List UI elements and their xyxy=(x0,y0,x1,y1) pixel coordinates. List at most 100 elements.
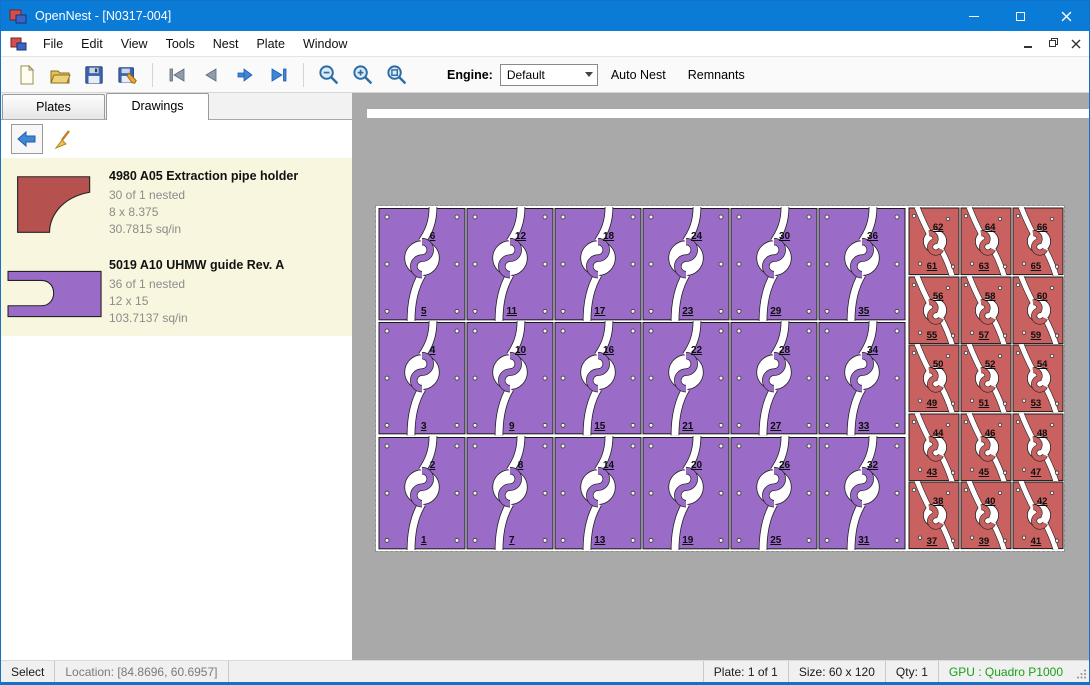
engine-selected-value: Default xyxy=(507,68,545,82)
part-number: 60 xyxy=(1037,291,1048,302)
tab-drawings[interactable]: Drawings xyxy=(106,93,209,120)
nested-part-pair-red[interactable]: 66 65 xyxy=(1012,207,1064,276)
statusbar-size: Size: 60 x 120 xyxy=(788,661,885,682)
nest-canvas[interactable]: 6 5 12 11 18 17 24 23 xyxy=(353,93,1089,660)
resize-grip[interactable] xyxy=(1073,661,1089,682)
menu-window[interactable]: Window xyxy=(294,33,356,55)
nested-part-pair-red[interactable]: 40 39 xyxy=(960,481,1012,550)
mdi-minimize-button[interactable] xyxy=(1017,34,1039,54)
part-number: 31 xyxy=(858,535,869,546)
nested-part-pair-purple[interactable]: 8 7 xyxy=(466,436,554,550)
send-back-button[interactable] xyxy=(11,124,43,154)
nested-part-pair-purple[interactable]: 24 23 xyxy=(642,207,730,321)
mdi-restore-icon xyxy=(1049,40,1056,47)
part-number: 55 xyxy=(927,330,938,341)
nested-part-pair-purple[interactable]: 12 11 xyxy=(466,207,554,321)
nested-part-pair-red[interactable]: 46 45 xyxy=(960,413,1012,482)
zoom-fit-button[interactable] xyxy=(379,61,413,89)
nested-part-pair-purple[interactable]: 36 35 xyxy=(818,207,906,321)
part-number: 17 xyxy=(594,306,605,317)
chevron-down-icon[interactable] xyxy=(581,65,597,85)
part-number: 50 xyxy=(933,359,944,370)
drawings-list: 4980 A05 Extraction pipe holder 30 of 1 … xyxy=(1,158,352,336)
app-icon xyxy=(9,7,27,25)
menu-plate[interactable]: Plate xyxy=(247,33,294,55)
close-button[interactable] xyxy=(1043,1,1089,31)
new-button[interactable] xyxy=(9,61,43,89)
nested-part-pair-red[interactable]: 44 43 xyxy=(908,413,960,482)
nested-part-pair-purple[interactable]: 28 27 xyxy=(730,321,818,435)
menu-nest[interactable]: Nest xyxy=(204,33,248,55)
last-icon xyxy=(269,67,289,83)
last-plate-button[interactable] xyxy=(262,61,296,89)
part-number: 16 xyxy=(603,345,614,356)
open-button[interactable] xyxy=(43,61,77,89)
save-button[interactable] xyxy=(77,61,111,89)
nested-part-pair-red[interactable]: 38 37 xyxy=(908,481,960,550)
nested-part-pair-red[interactable]: 52 51 xyxy=(960,344,1012,413)
nested-part-pair-purple[interactable]: 4 3 xyxy=(378,321,466,435)
nested-part-pair-purple[interactable]: 20 19 xyxy=(642,436,730,550)
plate[interactable]: 6 5 12 11 18 17 24 23 xyxy=(376,206,1064,551)
menu-bar: File Edit View Tools Nest Plate Window xyxy=(1,31,1089,57)
nested-part-pair-purple[interactable]: 22 21 xyxy=(642,321,730,435)
part-number: 63 xyxy=(979,261,990,272)
menu-file[interactable]: File xyxy=(34,33,72,55)
first-plate-button[interactable] xyxy=(160,61,194,89)
nested-part-pair-red[interactable]: 50 49 xyxy=(908,344,960,413)
menu-view[interactable]: View xyxy=(112,33,157,55)
nested-part-pair-red[interactable]: 56 55 xyxy=(908,276,960,345)
nested-part-pair-purple[interactable]: 6 5 xyxy=(378,207,466,321)
minimize-button[interactable] xyxy=(951,1,997,31)
part-number: 36 xyxy=(867,231,878,242)
tab-plates[interactable]: Plates xyxy=(2,94,105,119)
part-number: 13 xyxy=(594,535,605,546)
nested-part-pair-red[interactable]: 64 63 xyxy=(960,207,1012,276)
canvas-sheet-edge xyxy=(367,109,1089,118)
nested-part-pair-purple[interactable]: 10 9 xyxy=(466,321,554,435)
menu-edit[interactable]: Edit xyxy=(72,33,112,55)
previous-plate-button[interactable] xyxy=(194,61,228,89)
mdi-minimize-icon xyxy=(1024,46,1032,48)
remnants-button[interactable]: Remnants xyxy=(679,63,754,87)
zoom-out-button[interactable] xyxy=(311,61,345,89)
nested-part-pair-purple[interactable]: 14 13 xyxy=(554,436,642,550)
mdi-close-button[interactable] xyxy=(1065,34,1087,54)
list-item[interactable]: 5019 A10 UHMW guide Rev. A 36 of 1 neste… xyxy=(1,247,352,336)
next-plate-button[interactable] xyxy=(228,61,262,89)
mdi-restore-button[interactable] xyxy=(1041,34,1063,54)
part-number: 33 xyxy=(858,421,869,432)
nested-part-pair-purple[interactable]: 30 29 xyxy=(730,207,818,321)
nested-part-pair-purple[interactable]: 16 15 xyxy=(554,321,642,435)
part-number: 37 xyxy=(927,536,938,547)
nested-part-pair-red[interactable]: 54 53 xyxy=(1012,344,1064,413)
nested-part-pair-purple[interactable]: 34 33 xyxy=(818,321,906,435)
clear-button[interactable] xyxy=(49,124,81,154)
part-number: 51 xyxy=(979,398,990,409)
part-number: 32 xyxy=(867,460,878,471)
window-title: OpenNest - [N0317-004] xyxy=(35,9,171,23)
list-item[interactable]: 4980 A05 Extraction pipe holder 30 of 1 … xyxy=(1,158,352,247)
nested-part-pair-red[interactable]: 60 59 xyxy=(1012,276,1064,345)
title-bar: OpenNest - [N0317-004] xyxy=(1,1,1089,31)
nested-part-pair-red[interactable]: 62 61 xyxy=(908,207,960,276)
nested-part-pair-purple[interactable]: 32 31 xyxy=(818,436,906,550)
auto-nest-button[interactable]: Auto Nest xyxy=(602,63,675,87)
nested-part-pair-red[interactable]: 58 57 xyxy=(960,276,1012,345)
menu-tools[interactable]: Tools xyxy=(157,33,204,55)
nested-part-pair-purple[interactable]: 26 25 xyxy=(730,436,818,550)
zoom-out-icon xyxy=(317,63,340,86)
part-number: 7 xyxy=(509,535,515,546)
nested-part-pair-red[interactable]: 48 47 xyxy=(1012,413,1064,482)
status-bar: Select Location: [84.8696, 60.6957] Plat… xyxy=(1,660,1089,682)
nested-part-pair-purple[interactable]: 2 1 xyxy=(378,436,466,550)
nested-part-pair-red[interactable]: 42 41 xyxy=(1012,481,1064,550)
save-as-button[interactable] xyxy=(111,61,145,89)
open-icon xyxy=(49,64,71,86)
engine-select[interactable]: Default xyxy=(500,64,598,86)
part-number: 44 xyxy=(933,428,944,439)
nested-part-pair-purple[interactable]: 18 17 xyxy=(554,207,642,321)
engine-label: Engine: xyxy=(447,68,493,82)
zoom-in-button[interactable] xyxy=(345,61,379,89)
maximize-button[interactable] xyxy=(997,1,1043,31)
